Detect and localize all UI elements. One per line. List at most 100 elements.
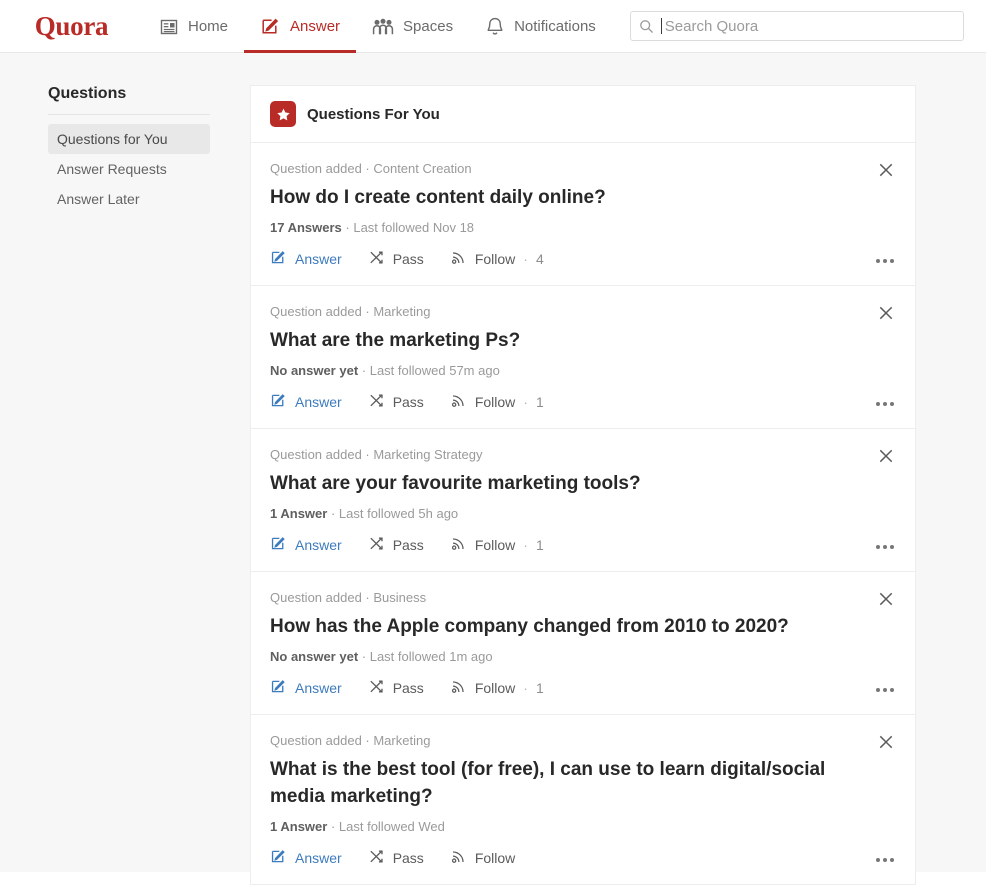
follow-button[interactable]: Follow · 4: [450, 249, 544, 269]
follow-separator: ·: [523, 679, 528, 696]
question-title[interactable]: What is the best tool (for free), I can …: [270, 757, 870, 811]
follow-rss-icon: [450, 848, 467, 868]
pass-button[interactable]: Pass: [368, 678, 424, 698]
close-icon[interactable]: [875, 731, 897, 753]
follow-count: 1: [535, 536, 544, 553]
pass-cross-arrows-icon: [368, 678, 385, 698]
question-meta: Question added · Content Creation: [270, 161, 472, 176]
nav-tab-spaces[interactable]: Spaces: [356, 0, 469, 53]
question-meta: Question added · Marketing: [270, 303, 431, 319]
sidebar-item-answer-later[interactable]: Answer Later: [48, 184, 210, 214]
question-last-followed: · Last followed Nov 18: [345, 219, 475, 235]
follow-button[interactable]: Follow: [450, 848, 531, 868]
close-icon[interactable]: [875, 159, 897, 181]
answer-button-label: Answer: [295, 250, 342, 267]
pencil-square-icon: [270, 535, 287, 555]
pass-cross-arrows-icon: [368, 392, 385, 412]
star-badge-icon: [270, 101, 296, 127]
page-body: Questions Questions for You Answer Reque…: [0, 53, 986, 885]
text-caret: [660, 18, 662, 34]
sidebar-title: Questions: [48, 85, 210, 115]
question-stats: 1 Answer · Last followed 5h ago: [270, 506, 896, 521]
answer-button[interactable]: Answer: [270, 392, 342, 412]
more-options-icon[interactable]: [872, 684, 898, 696]
pass-cross-arrows-icon: [368, 249, 385, 269]
nav-tab-answer-label: Answer: [290, 18, 341, 35]
follow-button[interactable]: Follow · 1: [450, 678, 544, 698]
question-title[interactable]: What are the marketing Ps?: [270, 328, 870, 355]
question-actions: Answer Pass: [270, 535, 896, 555]
close-icon[interactable]: [875, 302, 897, 324]
sidebar-item-questions-for-you[interactable]: Questions for You: [48, 124, 210, 154]
newspaper-icon: [159, 17, 179, 37]
people-group-icon: [372, 17, 394, 37]
nav-tab-notifications[interactable]: Notifications: [469, 0, 612, 53]
quora-logo[interactable]: Quora: [0, 0, 143, 53]
more-options-icon[interactable]: [872, 255, 898, 267]
question-answer-count: 1 Answer: [270, 505, 328, 521]
question-title[interactable]: What are your favourite marketing tools?: [270, 471, 870, 498]
question-list: Question added · Content Creation How do…: [251, 143, 915, 885]
questions-feed-card: Questions For You Question added · Conte…: [250, 85, 916, 885]
follow-button-label: Follow: [474, 393, 516, 410]
more-options-icon[interactable]: [872, 541, 898, 553]
feed-card-header: Questions For You: [251, 86, 915, 143]
pass-cross-arrows-icon: [368, 535, 385, 555]
answer-button-label: Answer: [295, 849, 342, 866]
pass-button-label: Pass: [392, 393, 424, 410]
nav-tab-home[interactable]: Home: [143, 0, 244, 53]
question-answer-count: 17 Answers: [270, 219, 342, 235]
question-meta: Question added · Marketing Strategy: [270, 446, 483, 462]
sidebar-item-answer-requests[interactable]: Answer Requests: [48, 154, 210, 184]
question-title[interactable]: How do I create content daily online?: [270, 185, 870, 212]
follow-button[interactable]: Follow · 1: [450, 535, 544, 555]
question-actions: Answer Pass: [270, 848, 896, 868]
follow-count: 1: [535, 679, 544, 696]
pass-button-label: Pass: [392, 849, 424, 866]
search-icon: [639, 19, 654, 34]
question-title[interactable]: How has the Apple company changed from 2…: [270, 614, 870, 641]
answer-button[interactable]: Answer: [270, 249, 342, 269]
follow-rss-icon: [450, 392, 467, 412]
sidebar: Questions Questions for You Answer Reque…: [48, 85, 210, 214]
question-last-followed: · Last followed 5h ago: [330, 505, 459, 521]
answer-button[interactable]: Answer: [270, 848, 342, 868]
answer-button-label: Answer: [295, 679, 342, 696]
more-options-icon[interactable]: [872, 854, 898, 866]
follow-rss-icon: [450, 249, 467, 269]
question-last-followed: · Last followed Wed: [330, 818, 445, 834]
pass-button[interactable]: Pass: [368, 848, 424, 868]
follow-separator: ·: [523, 536, 528, 553]
question-item-1: Question added · Marketing What are the …: [251, 286, 915, 429]
pass-button[interactable]: Pass: [368, 535, 424, 555]
pass-button[interactable]: Pass: [368, 392, 424, 412]
question-actions: Answer Pass: [270, 392, 896, 412]
close-icon[interactable]: [875, 445, 897, 467]
question-meta: Question added · Marketing: [270, 732, 431, 748]
pass-button[interactable]: Pass: [368, 249, 424, 269]
question-actions: Answer Pass: [270, 678, 896, 698]
follow-button[interactable]: Follow · 1: [450, 392, 544, 412]
more-options-icon[interactable]: [872, 398, 898, 410]
follow-separator: ·: [523, 250, 528, 267]
nav-tab-answer[interactable]: Answer: [244, 0, 357, 53]
close-icon[interactable]: [875, 588, 897, 610]
follow-button-label: Follow: [474, 250, 516, 267]
answer-button[interactable]: Answer: [270, 535, 342, 555]
question-meta: Question added · Business: [270, 589, 427, 605]
pencil-square-icon: [270, 249, 287, 269]
search-input[interactable]: [664, 17, 955, 35]
follow-rss-icon: [450, 535, 467, 555]
search-box[interactable]: [629, 11, 964, 41]
question-item-4: Question added · Marketing What is the b…: [251, 715, 915, 885]
question-item-2: Question added · Marketing Strategy What…: [251, 429, 915, 572]
question-stats: 17 Answers · Last followed Nov 18: [270, 220, 896, 235]
follow-count: 4: [535, 250, 544, 267]
question-answer-count: No answer yet: [270, 648, 359, 664]
answer-button[interactable]: Answer: [270, 678, 342, 698]
nav-tab-spaces-label: Spaces: [403, 18, 454, 35]
pencil-square-icon: [270, 848, 287, 868]
nav-tab-notifications-label: Notifications: [514, 18, 596, 35]
bell-icon: [485, 16, 505, 37]
answer-button-label: Answer: [295, 393, 342, 410]
